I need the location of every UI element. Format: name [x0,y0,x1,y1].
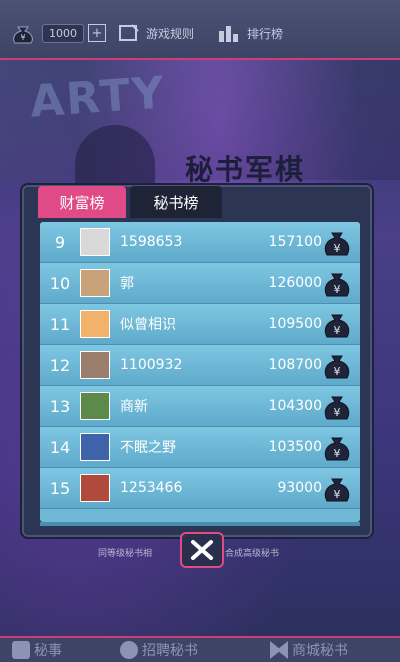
player-score: 93000 [277,480,322,496]
avatar [80,310,110,338]
hint-right-text: 合成高级秘书 [225,549,280,559]
player-score: 109500 [268,316,322,332]
rules-label: 游戏规则 [146,26,195,41]
player-score: 108700 [268,357,322,373]
player-score: 126000 [268,275,322,291]
player-name: 商新 [120,399,148,415]
tab-wealth[interactable]: 财富榜 [38,186,126,218]
ranking-row: 10 郭 126000 ¥ [40,263,360,304]
player-name: 似曾相识 [120,317,176,333]
rank-number: 13 [49,396,71,416]
background-banner-text: 秘书军棋 [185,153,306,186]
bottom-item-label: 招聘秘书 [142,643,198,659]
svg-text:¥: ¥ [334,365,341,378]
rank-number: 11 [49,314,71,334]
background-party-text: ARTY [28,67,168,128]
money-bag-icon: ¥ [324,273,350,297]
bottom-nav: 秘事 招聘秘书 商城秘书 [0,636,400,662]
coin-amount: 1000 [42,23,84,43]
rank-number: 9 [54,232,66,252]
hint-left-text: 同等级秘书相 [98,549,153,559]
money-bag-icon: ¥ [324,478,350,502]
tab-secretary[interactable]: 秘书榜 [130,186,222,218]
svg-text:¥: ¥ [334,447,341,460]
bottom-item-0[interactable]: 秘事 [12,640,62,660]
money-bag-icon: ¥ [324,437,350,461]
avatar [80,474,110,502]
player-score: 157100 [268,234,322,250]
player-name: 郭 [120,276,134,292]
rank-number: 10 [49,273,71,293]
player-score: 103500 [268,439,322,455]
ranking-row: 15 1253466 93000 ¥ [40,468,360,509]
people-icon [120,641,138,659]
player-name: 1598653 [120,234,183,250]
add-coins-button[interactable]: + [88,24,106,42]
player-name: 不眠之野 [120,440,176,456]
bow-icon [270,641,288,659]
top-bar: ¥ 1000 + 游戏规则 排行榜 [0,0,400,60]
rank-number: 14 [49,437,71,457]
close-icon [191,540,213,560]
close-button[interactable] [180,532,224,568]
avatar [80,351,110,379]
svg-text:¥: ¥ [334,324,341,337]
bottom-item-label: 秘事 [34,643,62,659]
rules-icon [119,24,139,41]
list-scroll-edge [40,522,360,526]
ranking-row: 11 似曾相识 109500 ¥ [40,304,360,345]
money-bag-icon: ¥ [324,314,350,338]
ranking-row: 13 商新 104300 ¥ [40,386,360,427]
svg-text:¥: ¥ [334,406,341,419]
bottom-item-2[interactable]: 商城秘书 [270,640,348,660]
avatar [80,269,110,297]
avatar [80,228,110,256]
avatar [80,392,110,420]
money-bag-icon: ¥ [13,26,33,44]
ranking-row: 9 1598653 157100 ¥ [40,222,360,263]
svg-text:¥: ¥ [334,242,341,255]
bottom-item-1[interactable]: 招聘秘书 [120,640,198,660]
svg-text:¥: ¥ [334,488,341,501]
money-bag-icon: ¥ [324,232,350,256]
money-bag-icon: ¥ [324,396,350,420]
svg-text:¥: ¥ [20,33,25,42]
briefcase-icon [12,641,30,659]
bar-chart-icon [219,26,238,42]
svg-text:¥: ¥ [334,283,341,296]
money-bag-icon: ¥ [324,355,350,379]
leaderboard-label: 排行榜 [247,26,284,41]
rank-number: 15 [49,478,71,498]
rank-number: 12 [49,355,71,375]
player-score: 104300 [268,398,322,414]
coin-balance: ¥ 1000 + [10,22,106,44]
player-name: 1100932 [120,357,183,373]
avatar [80,433,110,461]
player-name: 1253466 [120,480,183,496]
ranking-row: 14 不眠之野 103500 ¥ [40,427,360,468]
bottom-item-label: 商城秘书 [292,643,348,659]
ranking-list[interactable]: 9 1598653 157100 ¥10 郭 126000 ¥11 似曾相识 109500 ¥12… [40,222,360,522]
ranking-row: 12 1100932 108700 ¥ [40,345,360,386]
leaderboard-button[interactable]: 排行榜 [217,22,283,44]
rules-button[interactable]: 游戏规则 [118,22,194,44]
